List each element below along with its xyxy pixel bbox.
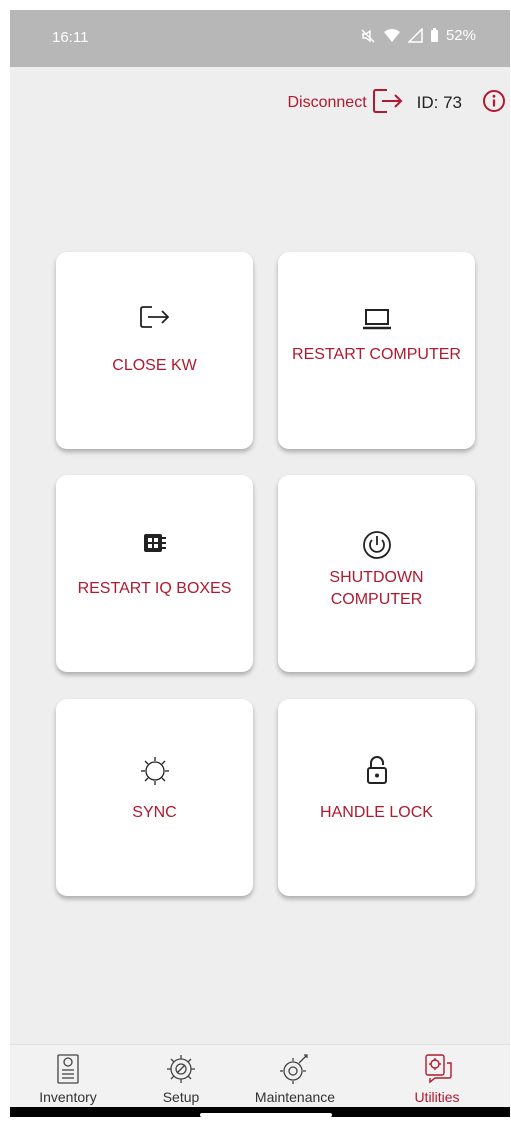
logout-icon bbox=[371, 86, 405, 121]
disconnect-label: Disconnect bbox=[287, 94, 367, 111]
header-row: Disconnect ID: 73 bbox=[287, 88, 506, 118]
nav-item-inventory[interactable]: Inventory bbox=[18, 1045, 118, 1108]
sync-button[interactable]: SYNC bbox=[56, 699, 253, 896]
laptop-icon bbox=[278, 308, 475, 330]
shutdown-computer-button[interactable]: SHUTDOWN COMPUTER bbox=[278, 475, 475, 672]
sync-label: SYNC bbox=[132, 804, 177, 821]
signal-icon bbox=[407, 28, 423, 43]
restart-iq-boxes-label: RESTART IQ BOXES bbox=[77, 580, 232, 597]
handle-lock-label: HANDLE LOCK bbox=[320, 804, 433, 821]
unlock-icon bbox=[278, 755, 475, 785]
nav-label-setup: Setup bbox=[162, 1089, 200, 1105]
device-id: ID: 73 bbox=[416, 93, 462, 112]
maintenance-icon bbox=[245, 1053, 345, 1085]
status-time: 16:11 bbox=[52, 29, 89, 46]
power-icon bbox=[278, 530, 475, 560]
close-kw-button[interactable]: CLOSE KW bbox=[56, 252, 253, 449]
restart-computer-button[interactable]: RESTART COMPUTER bbox=[278, 252, 475, 449]
gear-icon bbox=[56, 754, 253, 788]
phone-frame: 16:11 52% Disconnect ID: 73 CLOSE KW RES… bbox=[0, 0, 511, 1137]
nav-label-inventory: Inventory bbox=[39, 1089, 97, 1105]
utilities-icon bbox=[387, 1053, 487, 1085]
restart-computer-label: RESTART COMPUTER bbox=[292, 346, 461, 363]
nav-item-utilities[interactable]: Utilities bbox=[387, 1045, 487, 1108]
setup-icon bbox=[131, 1053, 231, 1085]
inventory-icon bbox=[18, 1053, 118, 1085]
battery-percent: 52% bbox=[445, 27, 476, 44]
nav-item-setup[interactable]: Setup bbox=[131, 1045, 231, 1108]
nav-item-maintenance[interactable]: Maintenance bbox=[245, 1045, 345, 1108]
battery-icon bbox=[430, 28, 439, 43]
mute-icon bbox=[360, 28, 376, 44]
app-screen: 16:11 52% Disconnect ID: 73 CLOSE KW RES… bbox=[10, 10, 510, 1117]
bottom-navigation: Inventory Setup Maintenance Utilities bbox=[10, 1044, 510, 1108]
iq-box-icon bbox=[56, 532, 253, 554]
status-bar: 16:11 52% bbox=[10, 10, 510, 67]
home-gesture-handle[interactable] bbox=[200, 1113, 332, 1117]
nav-label-utilities: Utilities bbox=[414, 1089, 460, 1105]
shutdown-computer-label: SHUTDOWN COMPUTER bbox=[329, 569, 424, 608]
status-icons: 52% bbox=[360, 27, 476, 44]
close-kw-label: CLOSE KW bbox=[112, 357, 197, 374]
logout-icon bbox=[56, 304, 253, 330]
disconnect-button[interactable]: Disconnect bbox=[287, 86, 404, 121]
nav-label-maintenance: Maintenance bbox=[254, 1089, 336, 1105]
info-icon[interactable] bbox=[482, 89, 506, 118]
wifi-icon bbox=[383, 28, 401, 43]
restart-iq-boxes-button[interactable]: RESTART IQ BOXES bbox=[56, 475, 253, 672]
handle-lock-button[interactable]: HANDLE LOCK bbox=[278, 699, 475, 896]
